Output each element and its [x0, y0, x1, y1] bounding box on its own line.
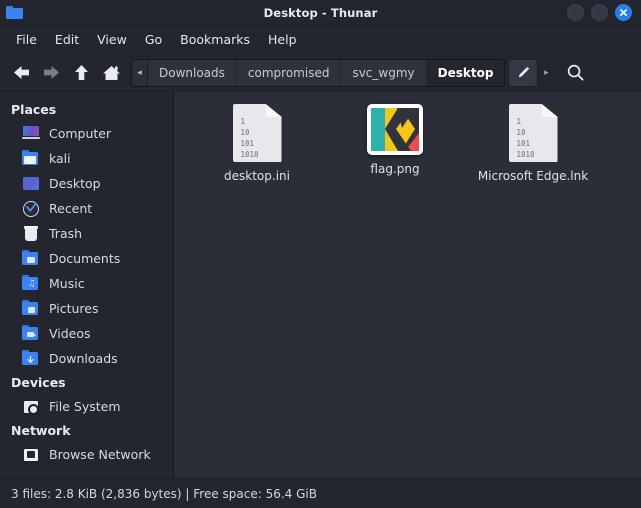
- computer-icon: [22, 125, 40, 143]
- downloads-folder-icon: [22, 349, 40, 368]
- file-label: desktop.ini: [224, 169, 290, 183]
- pathbar-scroll-right-button[interactable]: ▸: [538, 59, 554, 87]
- sidebar-item-music[interactable]: ♫ Music: [0, 271, 173, 296]
- breadcrumb-compromised[interactable]: compromised: [236, 59, 342, 86]
- pathbar-scroll-left-button[interactable]: ◂: [132, 59, 148, 86]
- image-thumbnail-icon: [367, 104, 423, 155]
- thunar-window: Desktop - Thunar File Edit View Go Bookm…: [0, 0, 641, 508]
- document-file-icon: 1 10 101 1010: [232, 104, 282, 162]
- titlebar: Desktop - Thunar: [0, 0, 641, 26]
- breadcrumb-downloads[interactable]: Downloads: [148, 59, 237, 86]
- sidebar-heading-places: Places: [11, 102, 57, 117]
- up-button[interactable]: [66, 58, 96, 88]
- statusbar: 3 files: 2.8 KiB (2,836 bytes) | Free sp…: [0, 478, 641, 508]
- forward-icon: [43, 66, 59, 79]
- document-file-icon: 1 10 101 1010: [508, 104, 558, 162]
- home-folder-icon: [22, 149, 40, 168]
- sidebar-item-trash[interactable]: Trash: [0, 221, 173, 246]
- maximize-button[interactable]: [591, 4, 608, 21]
- sidebar-item-recent[interactable]: Recent: [0, 196, 173, 221]
- document-binary-text: 1 10 101 1010: [240, 117, 259, 159]
- close-button[interactable]: [615, 4, 632, 21]
- recent-clock-icon: [22, 200, 40, 218]
- window-title: Desktop - Thunar: [263, 5, 378, 20]
- sidebar-label-videos: Videos: [49, 326, 91, 341]
- network-icon: [22, 446, 40, 464]
- sidebar-label-desktop: Desktop: [49, 176, 101, 191]
- status-text: 3 files: 2.8 KiB (2,836 bytes) | Free sp…: [11, 486, 317, 501]
- documents-folder-icon: [22, 249, 40, 268]
- document-binary-text: 1 10 101 1010: [516, 117, 535, 159]
- sidebar-label-computer: Computer: [49, 126, 112, 141]
- sidebar-item-pictures[interactable]: Pictures: [0, 296, 173, 321]
- file-item[interactable]: flag.png: [326, 102, 464, 176]
- sidebar-label-recent: Recent: [49, 201, 93, 216]
- search-icon: [567, 64, 584, 81]
- file-label: flag.png: [370, 162, 420, 176]
- home-button[interactable]: [96, 58, 126, 88]
- menu-edit[interactable]: Edit: [46, 29, 88, 50]
- menu-go[interactable]: Go: [136, 29, 171, 50]
- sidebar-label-documents: Documents: [49, 251, 121, 266]
- sidebar-label-browse-network: Browse Network: [49, 447, 151, 462]
- back-icon: [13, 66, 29, 79]
- pencil-icon: [518, 66, 530, 78]
- sidebar-item-videos[interactable]: Videos: [0, 321, 173, 346]
- sidebar-item-browse-network[interactable]: Browse Network: [0, 442, 173, 467]
- close-icon: [619, 8, 628, 17]
- sidebar-item-downloads[interactable]: Downloads: [0, 346, 173, 371]
- breadcrumb-desktop[interactable]: Desktop: [426, 59, 505, 86]
- sidebar-label-kali: kali: [49, 151, 71, 166]
- edit-path-button[interactable]: [508, 58, 539, 87]
- file-item[interactable]: 1 10 101 1010 desktop.ini: [188, 102, 326, 183]
- icon-grid: 1 10 101 1010 desktop.ini flag.png 1 10 …: [174, 92, 641, 478]
- sidebar-label-pictures: Pictures: [49, 301, 99, 316]
- up-icon: [74, 65, 88, 80]
- sidebar-label-file-system: File System: [49, 399, 121, 414]
- sidebar-label-trash: Trash: [49, 226, 83, 241]
- sidebar-label-music: Music: [49, 276, 85, 291]
- sidebar-heading-network: Network: [11, 423, 71, 438]
- desktop-icon: [22, 175, 40, 193]
- sidebar: Places Computer kali Desktop Recent Tras…: [0, 92, 174, 478]
- search-button[interactable]: [560, 58, 590, 88]
- music-folder-icon: ♫: [22, 274, 40, 293]
- toolbar: ◂ Downloads compromised svc_wgmy Desktop…: [0, 54, 641, 92]
- sidebar-label-downloads: Downloads: [49, 351, 118, 366]
- file-item[interactable]: 1 10 101 1010 Microsoft Edge.lnk: [464, 102, 602, 183]
- menu-bookmarks[interactable]: Bookmarks: [171, 29, 259, 50]
- sidebar-heading-devices: Devices: [11, 375, 66, 390]
- sidebar-item-documents[interactable]: Documents: [0, 246, 173, 271]
- home-icon: [102, 65, 120, 80]
- sidebar-item-file-system[interactable]: File System: [0, 394, 173, 419]
- forward-button[interactable]: [36, 58, 66, 88]
- menubar: File Edit View Go Bookmarks Help: [0, 26, 641, 54]
- window-folder-icon: [0, 6, 28, 19]
- sidebar-item-kali[interactable]: kali: [0, 146, 173, 171]
- menu-help[interactable]: Help: [259, 29, 306, 50]
- sidebar-item-desktop[interactable]: Desktop: [0, 171, 173, 196]
- breadcrumb-svc-wgmy[interactable]: svc_wgmy: [341, 59, 427, 86]
- videos-folder-icon: [22, 324, 40, 343]
- path-breadcrumb-bar: ◂ Downloads compromised svc_wgmy Desktop: [131, 58, 506, 87]
- window-controls: [567, 4, 641, 21]
- flag-thumbnail-art: [371, 108, 419, 151]
- menu-view[interactable]: View: [88, 29, 136, 50]
- back-button[interactable]: [6, 58, 36, 88]
- sidebar-item-computer[interactable]: Computer: [0, 121, 173, 146]
- minimize-button[interactable]: [567, 4, 584, 21]
- file-label: Microsoft Edge.lnk: [477, 169, 589, 183]
- harddisk-icon: [22, 398, 40, 416]
- menu-file[interactable]: File: [7, 29, 46, 50]
- window-body: Places Computer kali Desktop Recent Tras…: [0, 92, 641, 478]
- pictures-folder-icon: [22, 299, 40, 318]
- trash-icon: [22, 225, 40, 243]
- file-view[interactable]: 1 10 101 1010 desktop.ini flag.png 1 10 …: [174, 92, 641, 478]
